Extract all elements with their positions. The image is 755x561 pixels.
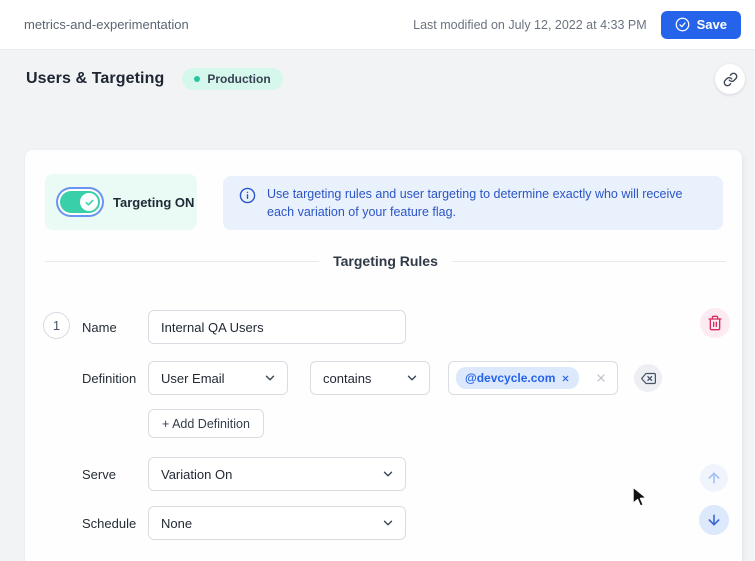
- schedule-select-value: None: [161, 515, 193, 531]
- delete-rule-button[interactable]: [700, 308, 730, 338]
- property-select-value: User Email: [161, 370, 225, 386]
- move-rule-down-button[interactable]: [699, 505, 729, 535]
- targeting-toggle-box: Targeting ON: [45, 174, 197, 230]
- serve-select[interactable]: Variation On: [148, 457, 406, 491]
- backspace-icon: [640, 371, 656, 386]
- trash-icon: [707, 315, 723, 331]
- value-tag-label: @devcycle.com: [465, 371, 556, 385]
- topbar: metrics-and-experimentation Last modifie…: [0, 0, 755, 50]
- comparator-select[interactable]: contains: [310, 361, 430, 395]
- toggle-check-icon: [80, 193, 98, 211]
- environment-dot-icon: [194, 76, 201, 82]
- add-definition-button[interactable]: + Add Definition: [148, 409, 264, 438]
- rule-number-badge: 1: [43, 312, 70, 339]
- definition-label: Definition: [82, 370, 137, 386]
- remove-tag-icon[interactable]: [561, 374, 570, 383]
- environment-badge-label: Production: [207, 72, 271, 86]
- value-tag: @devcycle.com: [456, 367, 580, 389]
- link-icon: [723, 72, 738, 87]
- schedule-select[interactable]: None: [148, 506, 406, 540]
- chevron-down-icon: [381, 516, 395, 530]
- page-title: Users & Targeting: [26, 70, 165, 87]
- rule-name-input[interactable]: [148, 310, 406, 344]
- copy-link-button[interactable]: [715, 64, 745, 94]
- environment-badge: Production: [182, 68, 283, 90]
- check-circle-icon: [675, 17, 690, 32]
- rule-name-label: Name: [82, 320, 117, 335]
- clear-input-icon[interactable]: [595, 372, 607, 384]
- comparator-select-value: contains: [323, 370, 372, 386]
- targeting-toggle[interactable]: [60, 191, 100, 213]
- value-tags-input[interactable]: @devcycle.com: [448, 361, 618, 395]
- page-header: Users & Targeting Production: [0, 51, 755, 107]
- topbar-right: Last modified on July 12, 2022 at 4:33 P…: [413, 10, 741, 39]
- targeting-info-box: Use targeting rules and user targeting t…: [223, 176, 723, 230]
- chevron-down-icon: [381, 467, 395, 481]
- arrow-down-icon: [706, 512, 722, 528]
- save-button[interactable]: Save: [660, 10, 741, 39]
- targeting-toggle-label: Targeting ON: [113, 194, 195, 210]
- serve-select-value: Variation On: [161, 466, 233, 482]
- info-icon: [239, 187, 256, 204]
- save-button-label: Save: [696, 17, 727, 32]
- targeting-rules-divider: Targeting Rules: [45, 250, 727, 272]
- divider-line: [45, 260, 320, 262]
- arrow-up-icon: [706, 470, 722, 486]
- move-rule-up-button[interactable]: [700, 464, 728, 492]
- chevron-down-icon: [263, 371, 277, 385]
- breadcrumb: metrics-and-experimentation: [24, 17, 189, 32]
- divider-line: [451, 260, 727, 262]
- chevron-down-icon: [405, 371, 419, 385]
- targeting-rules-title: Targeting Rules: [333, 253, 438, 269]
- serve-label: Serve: [82, 466, 116, 482]
- property-select[interactable]: User Email: [148, 361, 288, 395]
- targeting-info-text: Use targeting rules and user targeting t…: [267, 187, 683, 219]
- clear-all-tags-button[interactable]: [634, 364, 662, 392]
- schedule-label: Schedule: [82, 515, 137, 531]
- last-modified-text: Last modified on July 12, 2022 at 4:33 P…: [413, 17, 647, 32]
- targeting-card: Targeting ON Use targeting rules and use…: [25, 150, 742, 561]
